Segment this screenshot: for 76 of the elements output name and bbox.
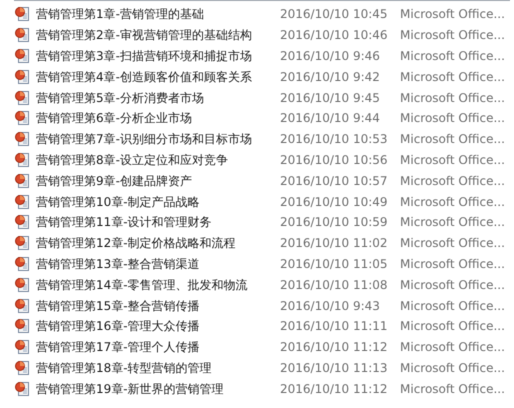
file-name[interactable]: 营销管理第14章-零售管理、批发和物流 — [36, 276, 280, 294]
file-type: Microsoft Office... — [400, 110, 505, 128]
file-type: Microsoft Office... — [400, 276, 505, 294]
date-modified: 2016/10/10 10:57 — [280, 172, 389, 190]
file-type: Microsoft Office... — [400, 6, 505, 24]
date-modified: 2016/10/10 11:13 — [280, 360, 389, 377]
presentation-file-icon — [14, 48, 30, 64]
file-name[interactable]: 营销管理第13章-整合营销渠道 — [36, 254, 280, 273]
presentation-file-icon — [14, 131, 30, 148]
presentation-file-icon — [14, 380, 30, 397]
file-type: Microsoft Office... — [400, 90, 505, 107]
date-modified: 2016/10/10 9:46 — [280, 48, 381, 65]
file-name[interactable]: 营销管理第7章-识别细分市场和目标市场 — [36, 130, 280, 148]
presentation-file-icon — [14, 152, 30, 168]
date-modified: 2016/10/10 10:59 — [280, 214, 389, 232]
file-type: Microsoft Office... — [400, 256, 505, 273]
date-modified: 2016/10/10 11:08 — [280, 276, 389, 294]
date-modified: 2016/10/10 11:11 — [280, 318, 389, 336]
file-type: Microsoft Office... — [400, 380, 505, 398]
file-type: Microsoft Office... — [400, 214, 505, 232]
file-type: Microsoft Office... — [400, 27, 505, 44]
date-modified: 2016/10/10 9:45 — [280, 90, 381, 107]
presentation-file-icon — [14, 110, 30, 126]
file-name[interactable]: 营销管理第5章-分析消费者市场 — [36, 88, 280, 107]
presentation-file-icon — [14, 339, 30, 356]
file-name[interactable]: 营销管理第2章-审视营销管理的基础结构 — [36, 26, 280, 44]
date-modified: 2016/10/10 10:56 — [280, 152, 389, 169]
presentation-file-icon — [14, 235, 30, 252]
file-name[interactable]: 营销管理第6章-分析企业市场 — [36, 109, 280, 128]
presentation-file-icon — [14, 68, 30, 85]
file-type: Microsoft Office... — [400, 131, 505, 148]
file-name[interactable]: 营销管理第15章-整合营销传播 — [36, 296, 280, 315]
date-modified: 2016/10/10 11:12 — [280, 339, 389, 356]
date-modified: 2016/10/10 10:46 — [280, 27, 389, 44]
file-type: Microsoft Office... — [400, 298, 505, 315]
date-modified: 2016/10/10 9:43 — [280, 298, 381, 315]
presentation-file-icon — [14, 194, 30, 210]
file-type: Microsoft Office... — [400, 318, 505, 336]
file-name[interactable]: 营销管理第10章-制定产品战略 — [36, 192, 280, 211]
file-name[interactable]: 营销管理第17章-管理个人传播 — [36, 338, 280, 356]
presentation-file-icon — [14, 256, 30, 272]
file-type: Microsoft Office... — [400, 172, 505, 190]
date-modified: 2016/10/10 11:12 — [280, 380, 389, 398]
file-type: Microsoft Office... — [400, 48, 505, 65]
date-modified: 2016/10/10 11:05 — [280, 256, 389, 273]
presentation-file-icon — [14, 214, 30, 230]
date-modified: 2016/10/10 10:45 — [280, 6, 389, 24]
presentation-file-icon — [14, 298, 30, 314]
file-name[interactable]: 营销管理第18章-转型营销的管理 — [36, 358, 280, 377]
date-modified: 2016/10/10 11:02 — [280, 235, 389, 252]
date-modified: 2016/10/10 9:42 — [280, 68, 381, 86]
file-name[interactable]: 营销管理第4章-创造顾客价值和顾客关系 — [36, 68, 280, 86]
presentation-file-icon — [14, 6, 30, 22]
file-type: Microsoft Office... — [400, 152, 505, 169]
presentation-file-icon — [14, 90, 30, 106]
file-name[interactable]: 营销管理第12章-制定价格战略和流程 — [36, 234, 280, 252]
file-name[interactable]: 营销管理第11章-设计和管理财务 — [36, 213, 280, 232]
file-name[interactable]: 营销管理第3章-扫描营销环境和捕捉市场 — [36, 46, 280, 65]
presentation-file-icon — [14, 27, 30, 44]
file-type: Microsoft Office... — [400, 339, 505, 356]
file-name[interactable]: 营销管理第9章-创建品牌资产 — [36, 172, 280, 190]
presentation-file-icon — [14, 276, 30, 293]
file-type: Microsoft Office... — [400, 360, 505, 377]
file-name[interactable]: 营销管理第19章-新世界的营销管理 — [36, 380, 280, 398]
file-name[interactable]: 营销管理第1章-营销管理的基础 — [36, 5, 280, 24]
presentation-file-icon — [14, 360, 30, 376]
file-type: Microsoft Office... — [400, 235, 505, 252]
file-name[interactable]: 营销管理第8章-设立定位和应对竞争 — [36, 150, 280, 169]
presentation-file-icon — [14, 172, 30, 189]
date-modified: 2016/10/10 9:44 — [280, 110, 381, 128]
file-type: Microsoft Office... — [400, 194, 505, 211]
file-name[interactable]: 营销管理第16章-管理大众传播 — [36, 317, 280, 336]
file-type: Microsoft Office... — [400, 68, 505, 86]
date-modified: 2016/10/10 10:49 — [280, 194, 389, 211]
presentation-file-icon — [14, 318, 30, 334]
date-modified: 2016/10/10 10:53 — [280, 131, 389, 148]
